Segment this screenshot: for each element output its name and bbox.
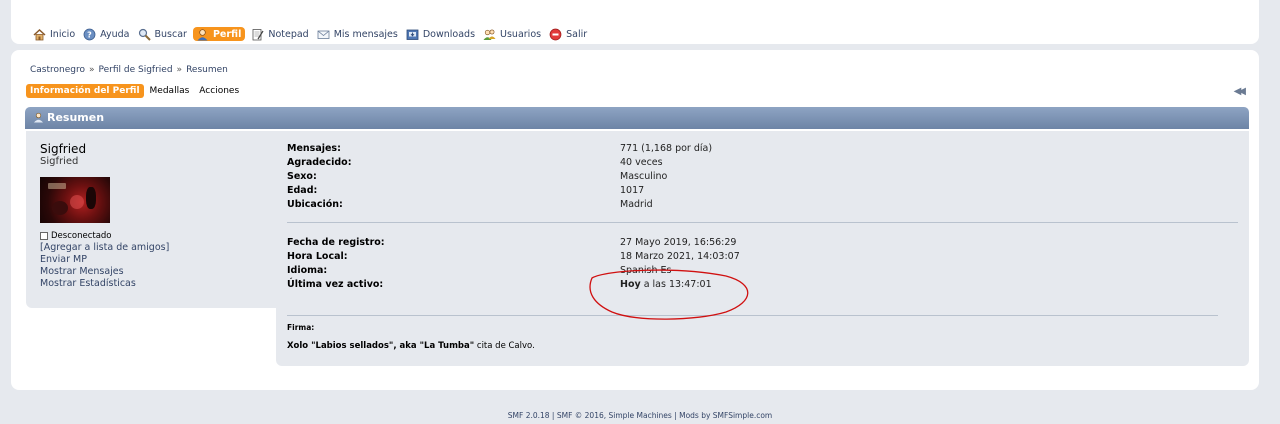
menu-item-usuarios[interactable]: Usuarios (483, 26, 541, 42)
online-status: Desconectado (40, 231, 112, 241)
status-text: Desconectado (51, 231, 112, 241)
top-menu-panel: Inicio ? Ayuda Buscar Perfil Notepad Mis… (11, 0, 1259, 44)
profile-tabs: Información del Perfil Medallas Acciones (26, 84, 249, 98)
profile-actions: [Agregar a lista de amigos] Enviar MP Mo… (40, 242, 169, 290)
detail-value: 18 Marzo 2021, 14:03:07 (620, 251, 740, 262)
menu-label: Notepad (268, 28, 309, 40)
detail-value: Hoy a las 13:47:01 (620, 279, 712, 290)
signature-bold: Xolo "Labios sellados", aka "La Tumba" (287, 341, 475, 351)
breadcrumb-separator: » (176, 65, 183, 75)
profile-name: Sigfried (40, 142, 87, 156)
detail-row-edad: Edad: 1017 (287, 185, 1227, 197)
detail-label: Agradecido: (287, 157, 352, 168)
content-frame: Castronegro» Perfil de Sigfried» Resumen I… (11, 50, 1259, 390)
profile-details-box: Mensajes: 771 (1,168 por día) Agradecido… (276, 131, 1249, 366)
search-icon (138, 28, 151, 41)
footer: SMF 2.0.18 | SMF © 2016, Simple Machines… (0, 411, 1280, 420)
detail-label: Fecha de registro: (287, 237, 385, 248)
notepad-icon (251, 28, 264, 41)
section-title: Resumen (47, 111, 105, 124)
detail-row-hora-local: Hora Local: 18 Marzo 2021, 14:03:07 (287, 251, 1227, 263)
detail-row-fecha-registro: Fecha de registro: 27 Mayo 2019, 16:56:2… (287, 237, 1227, 249)
logout-icon (549, 28, 562, 41)
collapse-icon[interactable]: ◀◀ (1234, 86, 1247, 97)
profile-icon (196, 28, 209, 41)
menu-label: Salir (566, 28, 588, 40)
help-icon: ? (83, 28, 96, 41)
last-active-day: Hoy (620, 279, 641, 290)
avatar (40, 177, 110, 223)
detail-label: Mensajes: (287, 143, 341, 154)
detail-label: Sexo: (287, 171, 317, 182)
mail-icon (317, 28, 330, 41)
menu-label: Downloads (422, 28, 476, 40)
detail-row-agradecido: Agradecido: 40 veces (287, 157, 1227, 169)
menu-label: Buscar (154, 28, 187, 40)
send-pm-link[interactable]: Enviar MP (40, 254, 169, 266)
footer-text: SMF 2.0.18 | SMF © 2016, Simple Machines… (507, 411, 773, 420)
breadcrumb-separator: » (89, 65, 95, 75)
detail-row-idioma: Idioma: Spanish Es (287, 265, 1227, 277)
tab-medallas[interactable]: Medallas (150, 86, 190, 96)
add-buddy-link[interactable]: [Agregar a lista de amigos] (40, 242, 169, 254)
detail-value: Spanish Es (620, 265, 672, 276)
offline-status-icon (40, 232, 48, 240)
menu-item-notepad[interactable]: Notepad (251, 26, 309, 42)
profile-title: Sigfried (40, 156, 79, 167)
menu-item-ayuda[interactable]: ? Ayuda (83, 26, 130, 42)
menu-label: Inicio (50, 28, 76, 40)
detail-value: 1017 (620, 185, 645, 196)
detail-value[interactable]: 40 veces (620, 157, 663, 168)
breadcrumb-link-perfil[interactable]: Perfil de Sigfried (99, 65, 173, 75)
detail-row-ubicacion: Ubicación: Madrid (287, 199, 1227, 211)
breadcrumb-link-castronegro[interactable]: Castronegro (30, 65, 85, 75)
menu-item-perfil[interactable]: Perfil (192, 27, 246, 41)
menu-label: Ayuda (100, 28, 130, 40)
home-icon (33, 28, 46, 41)
detail-label: Idioma: (287, 265, 328, 276)
users-icon (483, 28, 496, 41)
signature-label: Firma: (287, 323, 315, 332)
breadcrumb-link-resumen[interactable]: Resumen (186, 65, 228, 75)
detail-label: Edad: (287, 185, 318, 196)
svg-text:?: ? (87, 30, 92, 39)
detail-label: Hora Local: (287, 251, 348, 262)
menu-label: Usuarios (500, 28, 542, 40)
menu-item-inicio[interactable]: Inicio (33, 26, 75, 42)
detail-value: Madrid (620, 199, 653, 210)
menu-label: Mis mensajes (333, 28, 398, 40)
show-posts-link[interactable]: Mostrar Mensajes (40, 266, 169, 278)
detail-row-ultima-vez-activo: Última vez activo: Hoy a las 13:47:01 (287, 279, 1227, 291)
menu-item-salir[interactable]: Salir (549, 26, 587, 42)
detail-value: 27 Mayo 2019, 16:56:29 (620, 237, 737, 248)
tab-informacion-del-perfil[interactable]: Información del Perfil (26, 84, 144, 98)
menu-item-buscar[interactable]: Buscar (138, 26, 187, 42)
section-header: Resumen (25, 107, 1249, 129)
downloads-icon (406, 28, 419, 41)
signature-text: Xolo "Labios sellados", aka "La Tumba" c… (287, 341, 535, 351)
user-summary-icon (33, 112, 44, 123)
breadcrumb: Castronegro» Perfil de Sigfried» Resumen (30, 65, 228, 75)
menu-label: Perfil (212, 28, 242, 40)
menu-item-mis-mensajes[interactable]: Mis mensajes (317, 26, 398, 42)
last-active-time: a las 13:47:01 (640, 279, 712, 290)
divider (287, 315, 1218, 316)
tab-acciones[interactable]: Acciones (199, 86, 239, 96)
detail-label: Última vez activo: (287, 279, 384, 290)
menu-item-downloads[interactable]: Downloads (406, 26, 475, 42)
detail-row-mensajes: Mensajes: 771 (1,168 por día) (287, 143, 1227, 155)
detail-value: Masculino (620, 171, 668, 182)
signature-rest: cita de Calvo. (474, 341, 535, 351)
main-menu: Inicio ? Ayuda Buscar Perfil Notepad Mis… (33, 26, 595, 42)
profile-summary-box: Sigfried Sigfried Desconectado [Agregar … (26, 131, 298, 308)
divider (287, 222, 1238, 223)
detail-label: Ubicación: (287, 199, 343, 210)
detail-row-sexo: Sexo: Masculino (287, 171, 1227, 183)
detail-value: 771 (1,168 por día) (620, 143, 713, 154)
show-stats-link[interactable]: Mostrar Estadísticas (40, 278, 169, 290)
